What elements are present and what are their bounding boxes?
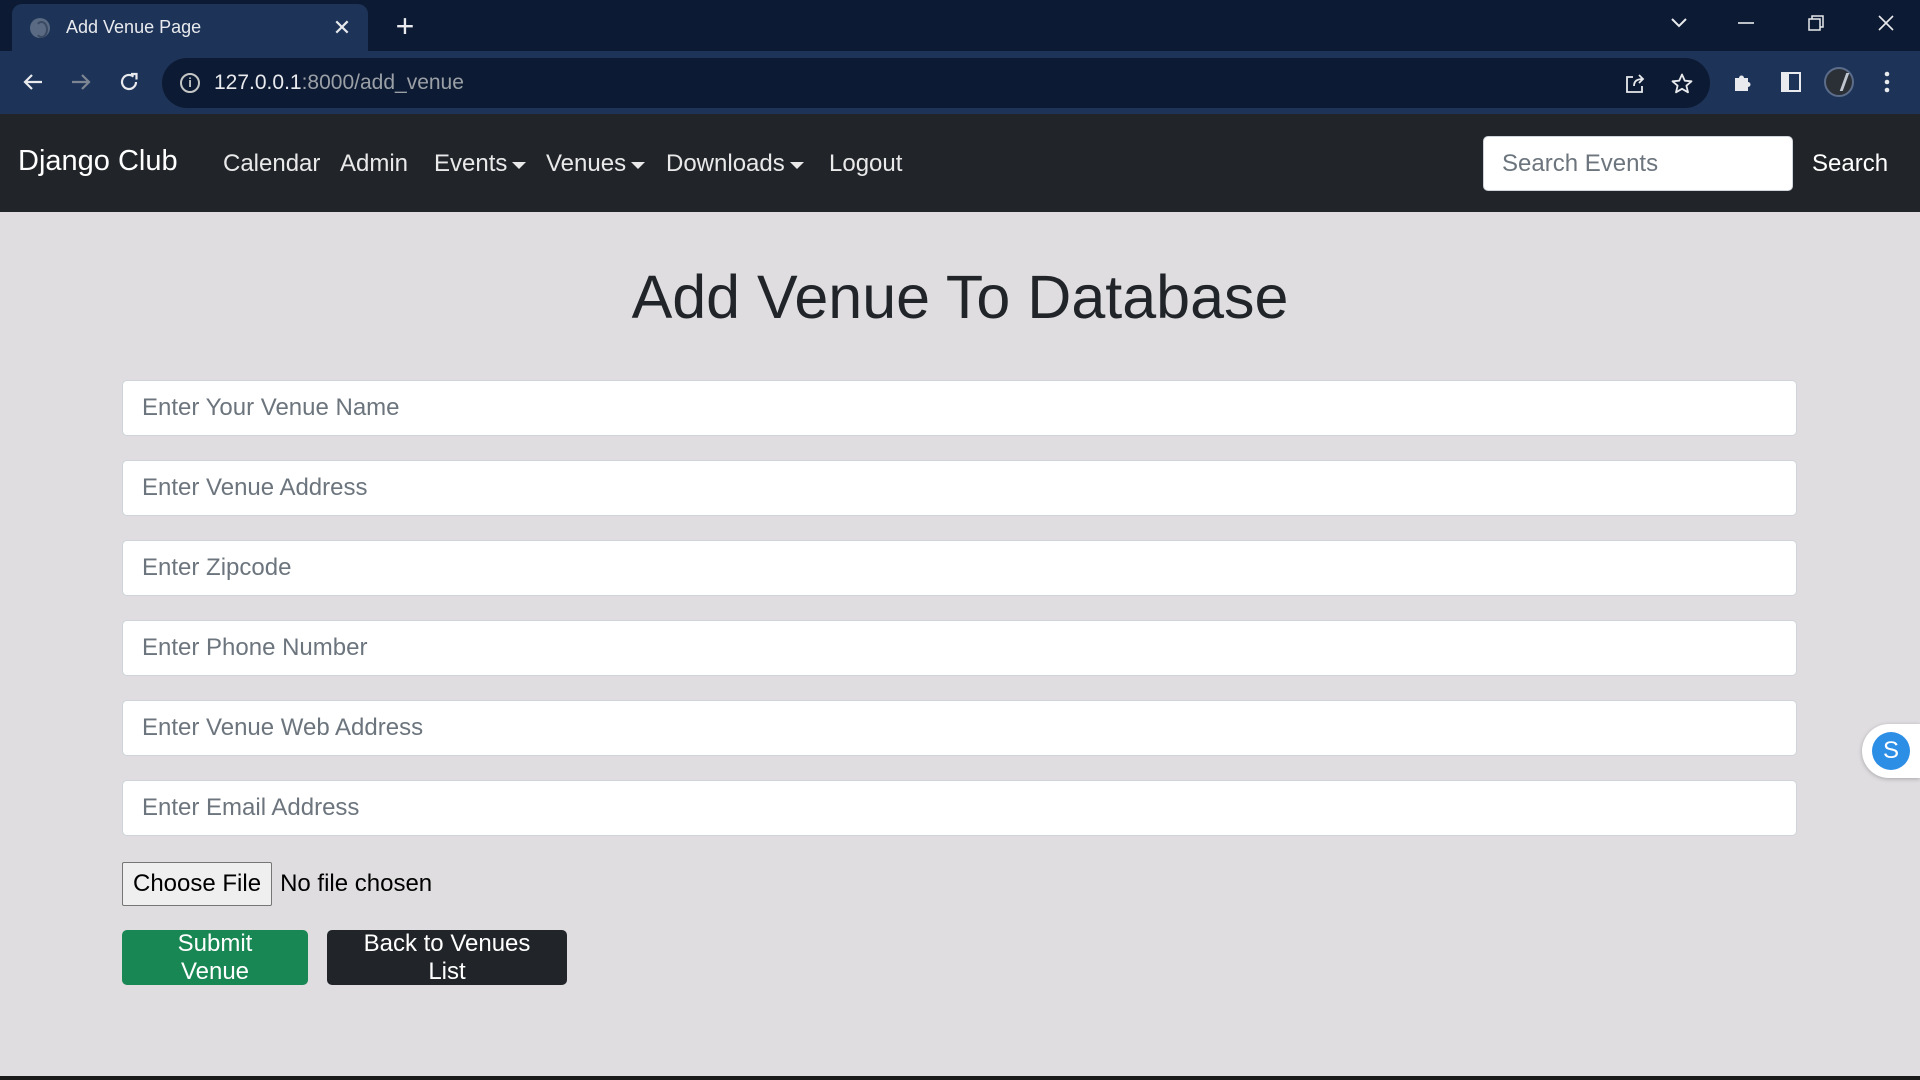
nav-dropdown-venues[interactable]: Venues — [546, 150, 646, 178]
phone-number-field[interactable] — [122, 620, 1797, 676]
extensions-puzzle-icon[interactable] — [1729, 68, 1757, 96]
new-tab-icon[interactable]: + — [388, 10, 422, 44]
nav-dropdown-downloads[interactable]: Downloads — [666, 150, 804, 178]
search-button[interactable]: Search — [1800, 136, 1900, 191]
nav-link-calendar[interactable]: Calendar — [223, 150, 320, 178]
globe-icon — [30, 17, 50, 38]
forward-arrow-icon[interactable] — [65, 66, 97, 98]
site-navbar: Django Club Calendar Admin Events Venues… — [0, 114, 1920, 212]
page-title: Add Venue To Database — [631, 263, 1289, 331]
file-upload: Choose File No file chosen — [122, 862, 432, 906]
address-bar[interactable]: i 127.0.0.1:8000/add_venue — [162, 58, 1710, 108]
nav-link-admin[interactable]: Admin — [340, 150, 408, 178]
search-events-input[interactable] — [1483, 136, 1793, 191]
tab-search-chevron-icon[interactable] — [1649, 6, 1709, 40]
caret-down-icon — [631, 161, 646, 169]
browser-tab[interactable]: Add Venue Page ✕ — [12, 4, 368, 51]
restore-icon[interactable] — [1786, 6, 1846, 40]
venue-name-field[interactable] — [122, 380, 1797, 436]
url-text[interactable]: 127.0.0.1:8000/add_venue — [214, 71, 464, 95]
site-info-icon[interactable]: i — [180, 73, 200, 93]
caret-down-icon — [789, 161, 804, 169]
more-menu-icon[interactable] — [1873, 68, 1901, 96]
choose-file-button[interactable]: Choose File — [122, 862, 273, 906]
reload-icon[interactable] — [113, 66, 145, 98]
nav-dropdown-events[interactable]: Events — [434, 150, 527, 178]
close-tab-icon[interactable]: ✕ — [330, 15, 354, 40]
tab-title: Add Venue Page — [66, 17, 202, 37]
profile-avatar[interactable] — [1824, 67, 1854, 97]
skype-icon: S — [1872, 732, 1910, 770]
zipcode-field[interactable] — [122, 540, 1797, 596]
navbar-brand[interactable]: Django Club — [18, 145, 178, 178]
email-address-field[interactable] — [122, 780, 1797, 836]
nav-link-logout[interactable]: Logout — [829, 150, 902, 178]
web-address-field[interactable] — [122, 700, 1797, 756]
page-bottom-border — [0, 1076, 1920, 1080]
caret-down-icon — [512, 161, 527, 169]
page-content: Django Club Calendar Admin Events Venues… — [0, 114, 1920, 1080]
side-panel-icon[interactable] — [1777, 68, 1805, 96]
file-status-text: No file chosen — [280, 870, 433, 897]
bookmark-star-icon[interactable] — [1669, 71, 1695, 97]
minimize-icon[interactable] — [1716, 6, 1776, 40]
submit-venue-button[interactable]: Submit Venue — [122, 930, 308, 985]
browser-tabstrip: Add Venue Page ✕ + — [0, 0, 1920, 51]
back-arrow-icon[interactable] — [17, 66, 49, 98]
share-icon[interactable] — [1622, 71, 1648, 97]
floating-widget[interactable]: S — [1862, 724, 1920, 778]
close-window-icon[interactable] — [1856, 6, 1916, 40]
venue-address-field[interactable] — [122, 460, 1797, 516]
back-to-venues-button[interactable]: Back to Venues List — [327, 930, 567, 985]
